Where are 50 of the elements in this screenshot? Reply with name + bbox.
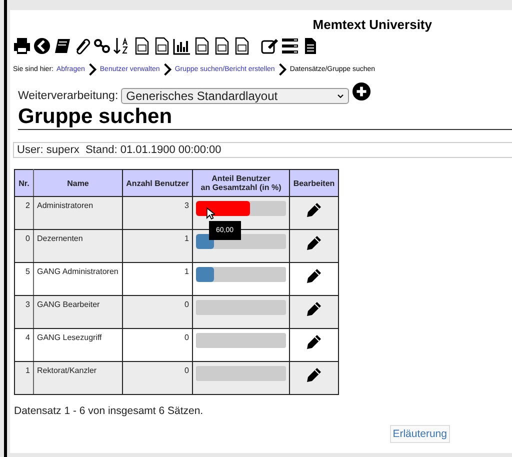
- table-cell: 1: [122, 230, 192, 262]
- table-cell: GANG Lesezugriff: [34, 328, 122, 362]
- table-cell: GANG Bearbeiter: [34, 296, 122, 328]
- processing-label: Weiterverarbeitung:: [18, 90, 118, 102]
- table-cell: 0: [14, 230, 34, 262]
- table-cell: 4: [14, 328, 34, 362]
- table-cell: 5: [14, 262, 34, 296]
- table-cell: Rektorat/Kanzler: [34, 362, 122, 394]
- chevron-icon: [278, 63, 287, 76]
- status-bar: User: superx Stand: 01.01.1900 00:00:00: [13, 142, 512, 158]
- table-cell: 3: [122, 196, 192, 230]
- chevron-icon: [162, 63, 172, 76]
- page-heading: Gruppe suchen: [18, 104, 512, 130]
- table-cell: 0: [122, 296, 192, 328]
- back-circle-icon[interactable]: [33, 37, 51, 55]
- table-cell: Dezernenten: [34, 230, 122, 262]
- book-icon[interactable]: [53, 37, 71, 55]
- plus-circle-icon[interactable]: [352, 82, 372, 100]
- help-button[interactable]: Erläuterung: [390, 425, 450, 443]
- table-cell: Administratoren: [34, 196, 122, 230]
- mouse-cursor-icon: [206, 207, 215, 220]
- printer-icon[interactable]: [13, 37, 31, 55]
- column-header: Anzahl Benutzer: [122, 170, 192, 196]
- edit-icon[interactable]: [261, 37, 279, 55]
- table-cell: 0: [122, 328, 192, 362]
- bar-chart-icon[interactable]: [173, 37, 191, 55]
- list-icon[interactable]: [281, 37, 299, 55]
- pencil-icon[interactable]: [306, 334, 322, 350]
- layout-dropdown[interactable]: Generisches Standardlayout: [121, 88, 350, 104]
- site-title: Memtext University: [312, 17, 432, 32]
- chevron-icon: [88, 63, 97, 76]
- pencil-icon[interactable]: [306, 301, 322, 317]
- table-cell: 1: [14, 362, 34, 394]
- table-cell: 2: [14, 196, 34, 230]
- column-header: Bearbeiten: [290, 170, 338, 196]
- column-header: Name: [34, 170, 122, 196]
- column-header: Nr.: [14, 170, 34, 196]
- pencil-icon[interactable]: [306, 367, 322, 383]
- pencil-icon[interactable]: [306, 202, 322, 218]
- record-count-text: Datensatz 1 - 6 von insgesamt 6 Sätzen.: [14, 405, 204, 417]
- table-cell: GANG Administratoren: [34, 262, 122, 296]
- table-cell: 3: [14, 296, 34, 328]
- link-icon[interactable]: [93, 37, 111, 55]
- pencil-icon[interactable]: [306, 268, 322, 284]
- column-header: Anteil Benutzer an Gesamtzahl (in %): [192, 170, 290, 196]
- table-cell: 0: [122, 362, 192, 394]
- pencil-icon[interactable]: [306, 235, 322, 251]
- table-cell: 1: [122, 262, 192, 296]
- dropdown-caret-icon: [337, 94, 344, 98]
- sort-icon[interactable]: [113, 37, 131, 55]
